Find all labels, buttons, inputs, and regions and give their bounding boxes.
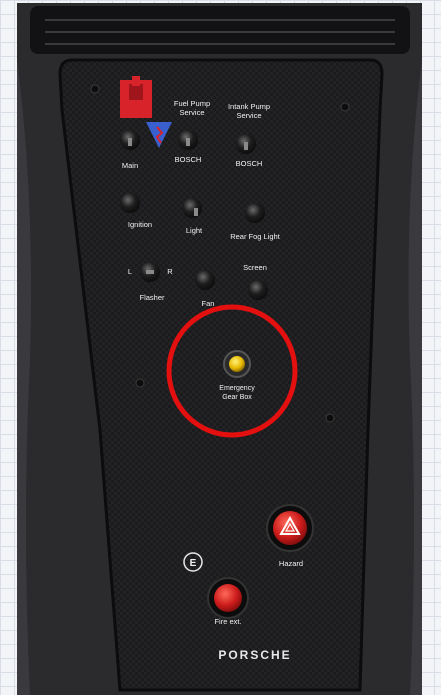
porsche-logo: PORSCHE <box>218 648 291 662</box>
flasher-toggle[interactable] <box>140 262 160 282</box>
fan-label: Fan <box>202 299 215 308</box>
fuel-pump-label-2: Service <box>179 108 204 117</box>
fire-ext-label: Fire ext. <box>214 617 241 626</box>
main-switch-icon[interactable] <box>120 76 152 118</box>
light-toggle[interactable] <box>182 198 202 218</box>
intank-pump-toggle[interactable] <box>236 134 256 154</box>
rear-fog-light-switch[interactable] <box>245 203 265 223</box>
screen-label: Screen <box>243 263 267 272</box>
ignition-label: Ignition <box>128 220 152 229</box>
hazard-button[interactable] <box>266 504 314 552</box>
flasher-r-label: R <box>167 267 173 276</box>
air-vents <box>30 6 410 54</box>
fuel-pump-label-1: Fuel Pump <box>174 99 210 108</box>
fuel-pump-toggle[interactable] <box>178 130 198 150</box>
fire-extinguisher-button[interactable] <box>207 577 249 619</box>
svg-text:E: E <box>190 558 197 569</box>
intank-pump-label-2: Service <box>236 111 261 120</box>
emergency-gear-box-button[interactable] <box>223 350 251 378</box>
intank-pump-label-1: Intank Pump <box>228 102 270 111</box>
hazard-label: Hazard <box>279 559 303 568</box>
light-label: Light <box>186 226 203 235</box>
emergency-label-2: Gear Box <box>222 394 252 401</box>
rear-fog-light-label: Rear Fog Light <box>230 232 281 241</box>
flasher-label: Flasher <box>139 293 165 302</box>
screen-switch[interactable] <box>248 280 268 300</box>
fan-switch[interactable] <box>195 270 215 290</box>
main-label: Main <box>122 161 138 170</box>
emergency-label-1: Emergency <box>219 385 255 392</box>
flasher-l-label: L <box>128 267 132 276</box>
bosch-left-label: BOSCH <box>175 155 202 164</box>
ignition-switch[interactable] <box>120 193 140 213</box>
main-toggle[interactable] <box>120 130 140 150</box>
porsche-switch-panel-photo: Fuel Pump Service Intank Pump Service Ma… <box>17 3 422 695</box>
bosch-right-label: BOSCH <box>236 159 263 168</box>
